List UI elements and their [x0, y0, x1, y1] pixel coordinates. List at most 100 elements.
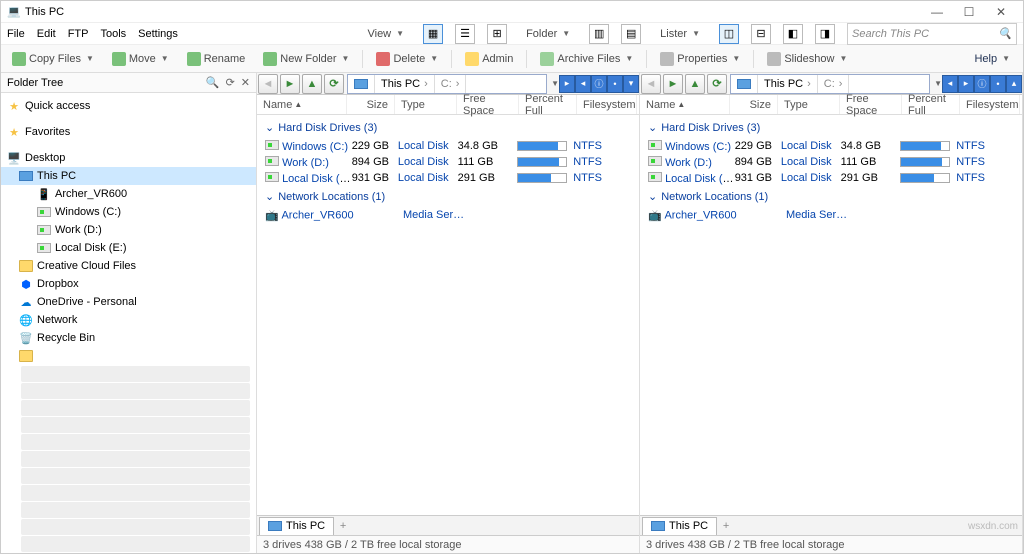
search-icon[interactable]: 🔍 [998, 27, 1012, 40]
tree-quick-access[interactable]: ★Quick access [1, 97, 256, 115]
menubar: File Edit FTP Tools Settings View▼ ▦ ☰ ⊞… [1, 23, 1023, 45]
tree-favorites[interactable]: ★Favorites [1, 123, 256, 141]
tree-this-pc[interactable]: This PC [1, 167, 256, 185]
drive-icon [265, 156, 279, 166]
drive-row[interactable]: Local Disk (E:) 931 GB Local Disk 291 GB… [640, 170, 1022, 186]
lister-opt-3[interactable]: ◧ [783, 24, 803, 44]
lister-opt-1[interactable]: ◫ [719, 24, 739, 44]
view-mode-3[interactable]: ⊞ [487, 24, 507, 44]
tree-archer[interactable]: 📱Archer_VR600 [1, 185, 256, 203]
up-button[interactable]: ▲ [302, 74, 322, 94]
group-net[interactable]: ⌄Network Locations (1) [640, 186, 1022, 207]
close-button[interactable]: ✕ [985, 5, 1017, 19]
netloc-row[interactable]: 📺 Archer_VR600 Media Server [257, 207, 639, 223]
folder-dropdown[interactable]: Folder▼ [519, 23, 577, 45]
drive-row[interactable]: Work (D:) 894 GB Local Disk 111 GB NTFS [640, 154, 1022, 170]
drive-row[interactable]: Work (D:) 894 GB Local Disk 111 GB NTFS [257, 154, 639, 170]
column-headers[interactable]: Name ▲ Size Type Free Space Percent Full… [257, 95, 639, 115]
tree-onedrive[interactable]: ☁OneDrive - Personal [1, 293, 256, 311]
tab-this-pc[interactable]: This PC [642, 517, 717, 535]
maximize-button[interactable]: ☐ [953, 5, 985, 19]
sidebar-search-icon[interactable]: 🔍 [206, 76, 220, 89]
refresh-button[interactable]: ⟳ [324, 74, 344, 94]
column-headers[interactable]: Name ▲ Size Type Free Space Percent Full… [640, 95, 1022, 115]
search-placeholder: Search This PC [852, 28, 929, 40]
recycle-icon: 🗑️ [19, 331, 33, 345]
group-hdd[interactable]: ⌄Hard Disk Drives (3) [257, 117, 639, 138]
forward-button[interactable]: ► [280, 74, 300, 94]
folder-icon [19, 260, 33, 272]
menu-file[interactable]: File [7, 28, 25, 40]
tree-desktop[interactable]: 🖥️Desktop [1, 149, 256, 167]
drive-row[interactable]: Local Disk (E:) 931 GB Local Disk 291 GB… [257, 170, 639, 186]
network-icon: 🌐 [19, 313, 33, 327]
drive-row[interactable]: Windows (C:) 229 GB Local Disk 34.8 GB N… [640, 138, 1022, 154]
move-button[interactable]: Move▼ [105, 48, 176, 70]
file-list: ⌄Hard Disk Drives (3) Windows (C:) 229 G… [640, 115, 1022, 515]
drive-row[interactable]: Windows (C:) 229 GB Local Disk 34.8 GB N… [257, 138, 639, 154]
tree-network[interactable]: 🌐Network [1, 311, 256, 329]
new-folder-button[interactable]: New Folder▼ [256, 48, 356, 70]
lister-opt-2[interactable]: ⊟ [751, 24, 771, 44]
folder-opt-2[interactable]: ▤ [621, 24, 641, 44]
crumb-dropdown[interactable]: ▼ [934, 79, 942, 88]
tree-work-d[interactable]: Work (D:) [1, 221, 256, 239]
menu-edit[interactable]: Edit [37, 28, 56, 40]
folder-opt-1[interactable]: ▥ [589, 24, 609, 44]
new-tab-button[interactable]: + [717, 520, 735, 532]
tree-folder[interactable] [1, 347, 256, 365]
device-icon: 📱 [37, 187, 51, 201]
tree-recycle[interactable]: 🗑️Recycle Bin [1, 329, 256, 347]
properties-button[interactable]: Properties▼ [653, 48, 747, 70]
help-button[interactable]: Help▼ [965, 48, 1019, 70]
view-dropdown[interactable]: View▼ [360, 23, 411, 45]
rename-button[interactable]: Rename [180, 48, 253, 70]
menu-tools[interactable]: Tools [100, 28, 126, 40]
status-bar: 3 drives 438 GB / 2 TB free local storag… [257, 535, 639, 553]
group-hdd[interactable]: ⌄Hard Disk Drives (3) [640, 117, 1022, 138]
back-button[interactable]: ◄ [258, 74, 278, 94]
delete-button[interactable]: Delete▼ [369, 48, 445, 70]
copy-files-button[interactable]: Copy Files▼ [5, 48, 101, 70]
star-icon: ★ [7, 125, 21, 139]
drive-icon [648, 140, 662, 150]
group-net[interactable]: ⌄Network Locations (1) [257, 186, 639, 207]
drive-icon [265, 140, 279, 150]
menu-ftp[interactable]: FTP [68, 28, 89, 40]
back-button[interactable]: ◄ [641, 74, 661, 94]
tab-this-pc[interactable]: This PC [259, 517, 334, 535]
forward-button[interactable]: ► [663, 74, 683, 94]
media-icon: 📺 [648, 208, 662, 222]
breadcrumb[interactable]: This PC › C: › [347, 74, 547, 94]
pc-icon [268, 521, 282, 531]
pane-controls[interactable]: ◂▸ⓘ•▴ [942, 75, 1022, 93]
dropbox-icon: ⬢ [19, 277, 33, 291]
crumb-dropdown[interactable]: ▼ [551, 79, 559, 88]
sidebar-refresh-icon[interactable]: ⟳ [226, 76, 235, 89]
sidebar-close-icon[interactable]: ✕ [241, 76, 250, 89]
breadcrumb[interactable]: This PC › C: › [730, 74, 930, 94]
tree-local-e[interactable]: Local Disk (E:) [1, 239, 256, 257]
tree-windows-c[interactable]: Windows (C:) [1, 203, 256, 221]
lister-dropdown[interactable]: Lister▼ [653, 23, 707, 45]
pane-controls[interactable]: ▸◂ⓘ•▾ [559, 75, 639, 93]
search-input[interactable]: Search This PC 🔍 [847, 23, 1017, 45]
view-mode-1[interactable]: ▦ [423, 24, 443, 44]
tabbar: This PC + [640, 515, 1022, 535]
lister-opt-4[interactable]: ◨ [815, 24, 835, 44]
refresh-button[interactable]: ⟳ [707, 74, 727, 94]
netloc-row[interactable]: 📺 Archer_VR600 Media Server [640, 207, 1022, 223]
tree-ccf[interactable]: Creative Cloud Files [1, 257, 256, 275]
sidebar-title: Folder Tree [7, 77, 63, 89]
new-tab-button[interactable]: + [334, 520, 352, 532]
minimize-button[interactable]: — [921, 5, 953, 19]
nav-bar: ◄ ► ▲ ⟳ This PC › C: › ▼ ▸◂ⓘ•▾ [257, 73, 639, 95]
up-button[interactable]: ▲ [685, 74, 705, 94]
menu-settings[interactable]: Settings [138, 28, 178, 40]
view-mode-2[interactable]: ☰ [455, 24, 475, 44]
archive-button[interactable]: Archive Files▼ [533, 48, 640, 70]
slideshow-button[interactable]: Slideshow▼ [760, 48, 854, 70]
tree-dropbox[interactable]: ⬢Dropbox [1, 275, 256, 293]
admin-button[interactable]: Admin [458, 48, 520, 70]
media-icon: 📺 [265, 208, 279, 222]
